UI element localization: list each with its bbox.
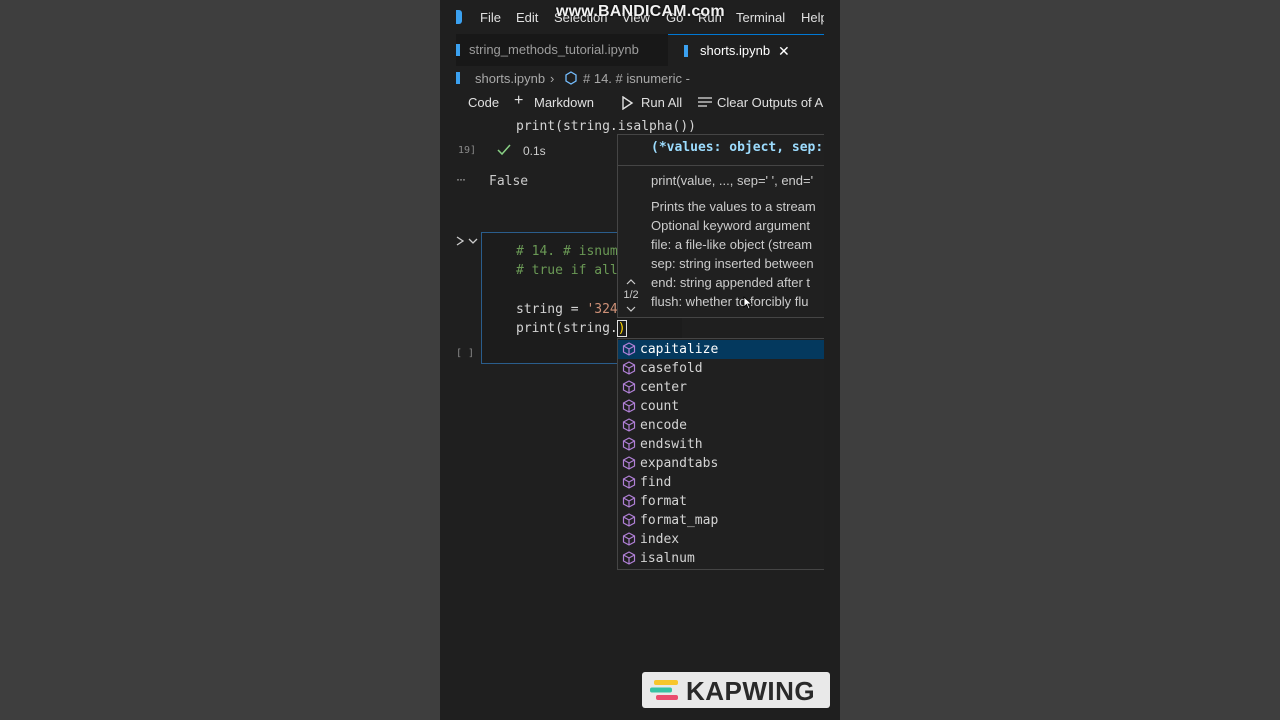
cell-code-line-5[interactable]: print(string.)	[516, 320, 627, 337]
background-right	[840, 0, 1280, 720]
cell-code-line-1[interactable]: # 14. # isnum	[516, 244, 618, 259]
background-left	[0, 0, 440, 720]
kapwing-badge: KAPWING	[642, 672, 830, 708]
doc-line-2: Optional keyword argument	[651, 218, 810, 233]
current-cell-execution-count: [ ]	[456, 348, 475, 359]
clear-outputs-button[interactable]: Clear Outputs of A	[717, 95, 823, 110]
text-cursor-bracket: )	[616, 320, 627, 337]
run-all-icon	[622, 96, 634, 110]
add-code-cell-button[interactable]: Code	[468, 95, 499, 110]
method-icon	[622, 342, 636, 356]
tab-shorts[interactable]: shorts.ipynb ✕	[668, 34, 824, 66]
hover-divider	[618, 165, 824, 166]
method-icon	[622, 513, 636, 527]
tab-string-methods-tutorial[interactable]: string_methods_tutorial.ipynb	[456, 34, 668, 66]
chevron-down-icon[interactable]	[468, 238, 478, 245]
suggestion-item[interactable]: isalnum	[618, 549, 824, 568]
method-icon	[622, 551, 636, 565]
suggestion-item[interactable]: endswith	[618, 435, 824, 454]
function-usage: print(value, ..., sep=' ', end='	[651, 173, 814, 188]
doc-line-3: file: a file-like object (stream	[651, 237, 813, 252]
vscode-logo-icon	[456, 10, 462, 24]
notebook-toolbar: Code + Markdown Run All Clear Outputs of…	[456, 92, 824, 114]
chevron-down-icon[interactable]	[626, 306, 636, 313]
cell-execution-duration: 0.1s	[523, 144, 546, 158]
doc-line-5: end: string appended after t	[651, 275, 811, 290]
bandicam-watermark: www.BANDICAM.com	[556, 3, 725, 20]
kapwing-wordmark: KAPWING	[686, 676, 816, 706]
breadcrumb-separator: ›	[550, 71, 555, 86]
menu-file[interactable]: File	[480, 10, 501, 25]
add-markdown-cell-button[interactable]: Markdown	[534, 95, 594, 110]
doc-line-1: Prints the values to a stream	[651, 199, 816, 214]
method-icon	[622, 456, 636, 470]
function-signature: (*values: object, sep:	[651, 140, 824, 155]
tab-label: string_methods_tutorial.ipynb	[469, 42, 639, 57]
notebook-file-icon	[456, 44, 460, 56]
method-icon	[622, 361, 636, 375]
method-icon	[622, 399, 636, 413]
method-icon	[622, 494, 636, 508]
suggestion-item[interactable]: count	[618, 397, 824, 416]
overload-pager: 1/2	[623, 289, 639, 301]
output-more-icon[interactable]: ···	[456, 172, 466, 186]
frame-strip-left	[440, 0, 456, 720]
method-icon	[622, 475, 636, 489]
menu-help[interactable]: Help	[801, 10, 824, 25]
print-call: print(string.	[516, 321, 618, 336]
suggestion-item[interactable]: expandtabs	[618, 454, 824, 473]
menu-edit[interactable]: Edit	[516, 10, 538, 25]
suggestion-item[interactable]: encode	[618, 416, 824, 435]
suggestion-item[interactable]: find	[618, 473, 824, 492]
autocomplete-suggestions: capitalize casefold center count encode …	[617, 338, 824, 570]
string-literal: '324	[586, 302, 618, 317]
previous-cell-execution-count: 19]	[458, 145, 477, 156]
check-icon	[497, 144, 511, 156]
plus-icon: +	[514, 92, 524, 109]
notebook-file-icon	[684, 45, 688, 57]
cell-code-line-4[interactable]: string = '324	[516, 302, 618, 317]
run-all-button[interactable]: Run All	[641, 95, 682, 110]
clear-outputs-icon	[698, 97, 712, 107]
menu-terminal[interactable]: Terminal	[736, 10, 785, 25]
parameter-hints-widget: (*values: object, sep: print(value, ...,…	[617, 134, 824, 318]
suggestion-item[interactable]: capitalize	[618, 340, 824, 359]
menu-bar: File Edit Selection View Go Run Terminal…	[456, 0, 824, 34]
suggestion-item[interactable]: index	[618, 530, 824, 549]
chevron-up-icon[interactable]	[626, 278, 636, 285]
frame-strip-right	[824, 0, 840, 720]
vscode-window: File Edit Selection View Go Run Terminal…	[456, 0, 824, 720]
mouse-pointer-icon	[743, 296, 753, 310]
tab-label: shorts.ipynb	[700, 43, 771, 58]
suggestion-item[interactable]: casefold	[618, 359, 824, 378]
doc-line-4: sep: string inserted between	[651, 256, 814, 271]
method-icon	[622, 532, 636, 546]
previous-cell-code[interactable]: print(string.isalpha())	[516, 119, 696, 134]
suggestion-item[interactable]: format_map	[618, 511, 824, 530]
editor-tab-bar: string_methods_tutorial.ipynb shorts.ipy…	[456, 34, 824, 66]
cell-output: False	[489, 174, 529, 189]
run-cell-icon[interactable]	[456, 236, 464, 246]
notebook-file-icon	[456, 72, 460, 84]
suggestion-item[interactable]: format	[618, 492, 824, 511]
code-cell-icon	[565, 71, 577, 85]
suggestion-item[interactable]: center	[618, 378, 824, 397]
close-icon[interactable]: ✕	[778, 35, 790, 67]
method-icon	[622, 418, 636, 432]
kapwing-logo-icon	[650, 680, 678, 700]
breadcrumb-file[interactable]: shorts.ipynb	[475, 71, 545, 86]
method-icon	[622, 437, 636, 451]
doc-line-6: flush: whether to forcibly flu	[651, 294, 809, 309]
variable-assignment: string =	[516, 302, 587, 317]
method-icon	[622, 380, 636, 394]
cell-code-line-2[interactable]: # true if all	[516, 263, 618, 278]
breadcrumb-cell[interactable]: # 14. # isnumeric -	[583, 71, 690, 86]
